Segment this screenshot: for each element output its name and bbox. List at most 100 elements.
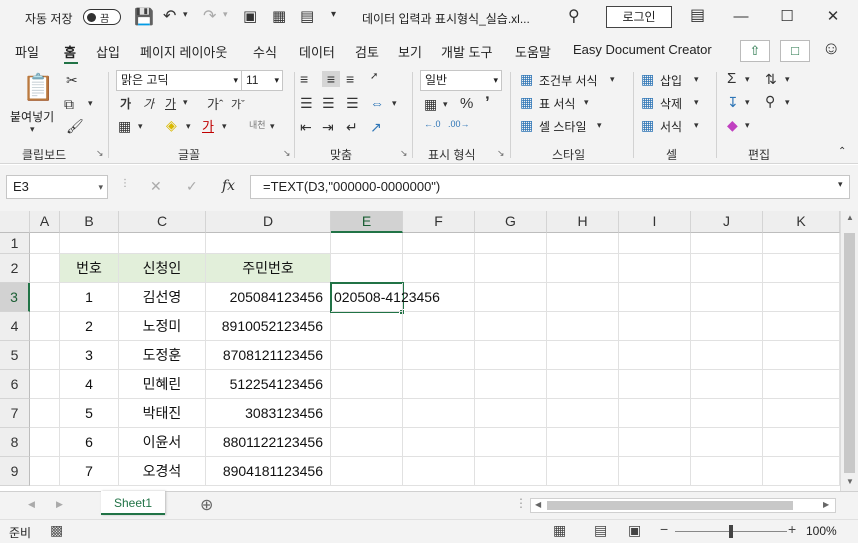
cell-g2[interactable]: [475, 254, 547, 283]
cell-applicant[interactable]: 이윤서: [119, 428, 206, 457]
menu-data[interactable]: 데이터: [299, 42, 335, 61]
cell-i3[interactable]: [619, 283, 691, 312]
cell-id-number[interactable]: 512254123456: [206, 370, 331, 399]
accounting-dropdown-icon[interactable]: ▾: [443, 99, 448, 110]
cell-j9[interactable]: [691, 457, 763, 486]
row-header-9[interactable]: 9: [0, 457, 30, 486]
cell-k9[interactable]: [763, 457, 840, 486]
next-sheet-icon[interactable]: ▶: [56, 499, 63, 510]
paste-dropdown-icon[interactable]: ▾: [30, 124, 35, 135]
add-sheet-icon[interactable]: ⊕: [200, 495, 213, 515]
header-cell-number[interactable]: 번호: [60, 254, 119, 283]
text-direction-icon[interactable]: ↗: [370, 119, 382, 136]
cell-id-number[interactable]: 3083123456: [206, 399, 331, 428]
phonetic-dropdown-icon[interactable]: ▾: [270, 121, 275, 132]
cell-k5[interactable]: [763, 341, 840, 370]
cell-number[interactable]: 5: [60, 399, 119, 428]
bold-icon[interactable]: 가: [120, 95, 131, 112]
cell-formatted-id[interactable]: [331, 428, 403, 457]
align-middle-icon[interactable]: ≡: [322, 71, 340, 87]
underline-icon[interactable]: 가: [165, 95, 176, 112]
cell-f2[interactable]: [403, 254, 475, 283]
cell-d1[interactable]: [206, 233, 331, 254]
tab-split-icon[interactable]: ⋮: [515, 496, 527, 510]
cell-a9[interactable]: [30, 457, 60, 486]
row-header-1[interactable]: 1: [0, 233, 30, 254]
cell-id-number[interactable]: 205084123456: [206, 283, 331, 312]
autosave-toggle[interactable]: 끔: [83, 9, 121, 25]
insert-cells-button[interactable]: 삽입: [660, 72, 682, 89]
cell-formatted-id[interactable]: [331, 370, 403, 399]
conditional-format-icon[interactable]: ▦: [520, 71, 533, 88]
ribbon-display-icon[interactable]: ▤: [690, 5, 705, 25]
paste-icon[interactable]: 📋: [22, 72, 54, 103]
scroll-left-icon[interactable]: ◀: [535, 500, 541, 509]
zoom-slider-thumb[interactable]: [729, 525, 733, 538]
font-name-dropdown[interactable]: 맑은 고딕 ▾: [116, 70, 242, 91]
comments-button[interactable]: □: [780, 40, 810, 62]
cell-g3[interactable]: [475, 283, 547, 312]
cell-h3[interactable]: [547, 283, 619, 312]
font-color-icon[interactable]: 가: [202, 116, 214, 135]
zoom-in-icon[interactable]: +: [788, 521, 796, 537]
column-header-i[interactable]: I: [619, 211, 691, 233]
cell-number[interactable]: 1: [60, 283, 119, 312]
cell-id-number[interactable]: 8801122123456: [206, 428, 331, 457]
insert-cells-icon[interactable]: ▦: [641, 71, 654, 88]
search-icon[interactable]: ⚲: [568, 6, 580, 26]
cell-number[interactable]: 3: [60, 341, 119, 370]
sheet-tab-sheet1[interactable]: Sheet1: [101, 491, 165, 515]
menu-page-layout[interactable]: 페이지 레이아웃: [140, 42, 227, 61]
menu-developer[interactable]: 개발 도구: [441, 42, 492, 61]
cell-formatted-id[interactable]: [331, 341, 403, 370]
fill-icon[interactable]: ↧: [727, 94, 739, 111]
cell-k1[interactable]: [763, 233, 840, 254]
cell-h2[interactable]: [547, 254, 619, 283]
cell-a6[interactable]: [30, 370, 60, 399]
cell-f7[interactable]: [403, 399, 475, 428]
cell-g4[interactable]: [475, 312, 547, 341]
text-box-icon[interactable]: ▤: [300, 7, 314, 25]
decrease-decimal-icon[interactable]: .00→: [448, 119, 470, 129]
clipboard-launcher-icon[interactable]: ↘: [96, 148, 104, 159]
cell-j1[interactable]: [691, 233, 763, 254]
cell-a7[interactable]: [30, 399, 60, 428]
find-dropdown-icon[interactable]: ▾: [785, 97, 790, 108]
cell-i4[interactable]: [619, 312, 691, 341]
menu-home[interactable]: 홈: [64, 42, 76, 61]
cell-formatted-id[interactable]: [331, 457, 403, 486]
cell-j2[interactable]: [691, 254, 763, 283]
horizontal-scroll-thumb[interactable]: [547, 501, 793, 510]
cell-j8[interactable]: [691, 428, 763, 457]
row-header-7[interactable]: 7: [0, 399, 30, 428]
clear-icon[interactable]: ◆: [727, 117, 738, 134]
login-button[interactable]: 로그인: [606, 6, 672, 28]
page-layout-view-icon[interactable]: ▤: [594, 522, 607, 539]
cell-applicant[interactable]: 노정미: [119, 312, 206, 341]
cell-j7[interactable]: [691, 399, 763, 428]
row-header-3[interactable]: 3: [0, 283, 30, 312]
cell-i2[interactable]: [619, 254, 691, 283]
menu-insert[interactable]: 삽입: [96, 42, 120, 61]
column-header-f[interactable]: F: [403, 211, 475, 233]
autosum-dropdown-icon[interactable]: ▾: [745, 74, 750, 85]
sort-filter-dropdown-icon[interactable]: ▾: [785, 74, 790, 85]
align-right-icon[interactable]: ☰: [346, 95, 359, 112]
row-header-8[interactable]: 8: [0, 428, 30, 457]
cell-g7[interactable]: [475, 399, 547, 428]
cut-icon[interactable]: ✂: [66, 72, 78, 89]
feedback-smiley-icon[interactable]: ☺: [822, 38, 840, 59]
font-launcher-icon[interactable]: ↘: [283, 148, 291, 159]
collapse-ribbon-icon[interactable]: ⌃: [838, 146, 846, 157]
cell-k3[interactable]: [763, 283, 840, 312]
italic-icon[interactable]: 가: [143, 95, 154, 112]
conditional-format-button[interactable]: 조건부 서식: [539, 72, 598, 89]
cell-h6[interactable]: [547, 370, 619, 399]
cell-a5[interactable]: [30, 341, 60, 370]
cell-k6[interactable]: [763, 370, 840, 399]
worksheet-grid[interactable]: A B C D E F G H I J K 1 2 3 4 5 6 7 8 9 …: [0, 211, 858, 491]
formula-input[interactable]: =TEXT(D3,"000000-0000000"): [250, 175, 850, 199]
cell-k7[interactable]: [763, 399, 840, 428]
maximize-button[interactable]: ☐: [764, 0, 810, 34]
cell-j6[interactable]: [691, 370, 763, 399]
